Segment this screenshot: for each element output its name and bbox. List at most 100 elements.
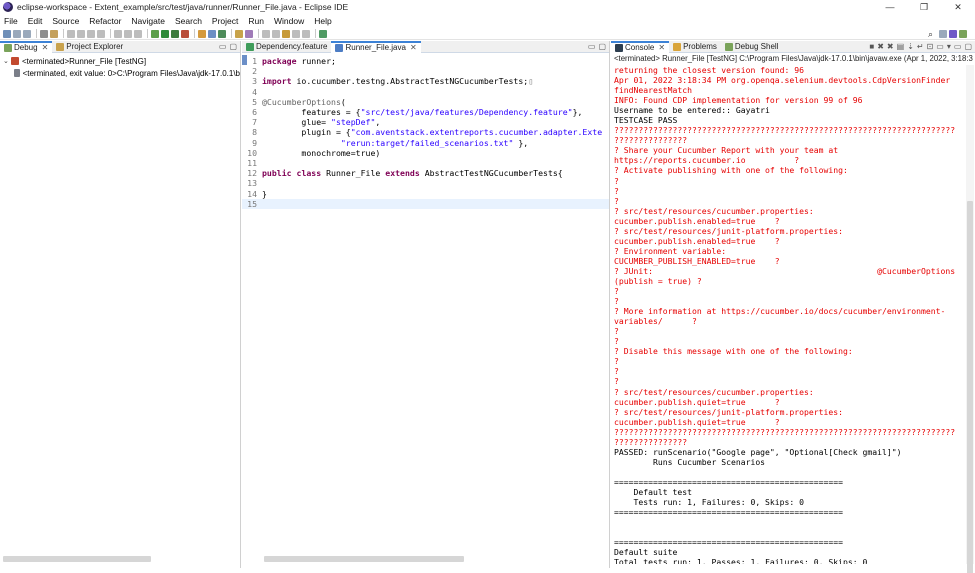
close-button[interactable]: ✕ xyxy=(941,0,975,14)
console-line: ????????????????????????????????????????… xyxy=(614,426,956,437)
step-return-icon[interactable] xyxy=(134,29,142,38)
code-line[interactable]: 4 xyxy=(242,87,609,97)
horizontal-scrollbar[interactable] xyxy=(3,556,151,562)
tab-console[interactable]: Console ✕ xyxy=(611,40,670,53)
menu-project[interactable]: Project xyxy=(212,16,238,26)
tree-row-launch[interactable]: ⌄ <terminated>Runner_File [TestNG] xyxy=(0,55,240,67)
code-line[interactable]: 6 features = {"src/test/java/features/De… xyxy=(242,107,609,117)
step-over-icon[interactable] xyxy=(124,29,132,38)
code-line[interactable]: 14} xyxy=(242,189,609,199)
maximize-view-icon[interactable]: ▢ xyxy=(598,42,606,51)
tree-row-process[interactable]: <terminated, exit value: 0>C:\Program Fi… xyxy=(0,67,240,79)
pin-editor-icon[interactable] xyxy=(319,29,327,38)
menu-search[interactable]: Search xyxy=(175,16,202,26)
code-line[interactable]: 7 glue= "stepDef", xyxy=(242,117,609,127)
close-tab-icon[interactable]: ✕ xyxy=(42,43,49,52)
code-line[interactable]: 15 xyxy=(242,198,609,209)
feature-file-icon xyxy=(246,42,254,51)
word-wrap-icon[interactable]: ↵ xyxy=(917,42,924,51)
menu-source[interactable]: Source xyxy=(52,16,79,26)
scroll-lock-icon[interactable]: ⇣ xyxy=(907,42,914,51)
new-icon[interactable] xyxy=(3,29,11,38)
line-number: 6 xyxy=(252,107,257,117)
new-java-project-icon[interactable] xyxy=(198,29,206,38)
search-toolbar-icon[interactable] xyxy=(245,29,253,38)
menu-window[interactable]: Window xyxy=(274,16,304,26)
minimize-view-icon[interactable]: ▭ xyxy=(219,42,227,51)
code-line[interactable]: 10 monochrome=true) xyxy=(242,148,609,158)
menu-run[interactable]: Run xyxy=(248,16,264,26)
terminate-icon[interactable] xyxy=(87,29,95,38)
code-line[interactable]: 2 xyxy=(242,66,609,76)
code-line[interactable]: 8 plugin = {"com.aventstack.extentreport… xyxy=(242,127,609,137)
save-all-icon[interactable] xyxy=(23,29,31,38)
minimize-button[interactable]: — xyxy=(873,0,907,14)
console-output[interactable]: returning the closest version found: 96 A… xyxy=(614,65,963,564)
maximize-view-icon[interactable]: ▢ xyxy=(964,42,972,51)
open-type-icon[interactable] xyxy=(235,29,243,38)
menu-refactor[interactable]: Refactor xyxy=(89,16,121,26)
save-icon[interactable] xyxy=(13,29,21,38)
toolbar-separator xyxy=(315,29,316,38)
console-line: ? Environment variable: xyxy=(614,245,727,256)
forward-icon[interactable] xyxy=(302,29,310,38)
step-into-icon[interactable] xyxy=(114,29,122,38)
debug-icon[interactable] xyxy=(151,29,159,38)
clear-console-icon[interactable]: ▤ xyxy=(897,42,905,51)
tab-runner-file[interactable]: Runner_File.java ✕ xyxy=(331,40,421,53)
code-line[interactable]: 3 import io.cucumber.testng.AbstractTestN… xyxy=(242,76,609,86)
close-tab-icon[interactable]: ✕ xyxy=(410,43,417,52)
tab-debug[interactable]: Debug ✕ xyxy=(0,40,53,53)
restore-button[interactable]: ❐ xyxy=(907,0,941,14)
close-tab-icon[interactable]: ✕ xyxy=(658,43,665,52)
last-edit-location-icon[interactable] xyxy=(282,29,290,38)
tab-problems[interactable]: Problems xyxy=(669,41,721,53)
back-icon[interactable] xyxy=(292,29,300,38)
chevron-down-icon[interactable]: ▾ xyxy=(947,42,951,51)
run-icon[interactable] xyxy=(161,29,169,38)
remove-all-icon[interactable]: ✖ xyxy=(887,42,894,51)
open-perspective-icon[interactable] xyxy=(939,30,947,38)
menu-navigate[interactable]: Navigate xyxy=(131,16,165,26)
code-line[interactable]: 13 xyxy=(242,178,609,188)
menu-help[interactable]: Help xyxy=(314,16,331,26)
external-tools-icon[interactable] xyxy=(181,29,189,38)
code-text: import io.cucumber.testng.AbstractTestNG… xyxy=(262,76,534,87)
minimize-view-icon[interactable]: ▭ xyxy=(954,42,962,51)
tab-project-explorer[interactable]: Project Explorer xyxy=(52,41,127,53)
tab-debug-shell[interactable]: Debug Shell xyxy=(721,41,783,53)
code-line[interactable]: 11 xyxy=(242,158,609,168)
terminate-icon[interactable]: ■ xyxy=(869,42,874,51)
new-class-icon[interactable] xyxy=(218,29,226,38)
skip-breakpoints-icon[interactable] xyxy=(50,29,58,38)
minimize-view-icon[interactable]: ▭ xyxy=(588,42,596,51)
resume-icon[interactable] xyxy=(67,29,75,38)
remove-launch-icon[interactable]: ✖ xyxy=(877,42,884,51)
java-perspective-icon[interactable] xyxy=(949,30,957,38)
pin-console-icon[interactable]: ⊡ xyxy=(927,42,934,51)
code-line[interactable]: 12 public class Runner_File extends Abstr… xyxy=(242,168,609,178)
magnifier-icon[interactable]: ⌕ xyxy=(928,29,933,40)
toolbar-separator xyxy=(63,29,64,38)
previous-annotation-icon[interactable] xyxy=(272,29,280,38)
code-line[interactable]: 1 package runner; xyxy=(242,56,609,66)
menu-file[interactable]: File xyxy=(4,16,18,26)
code-editor[interactable]: 1 package runner; 2 3 import io.cucumber.tes… xyxy=(242,55,609,554)
disconnect-icon[interactable] xyxy=(97,29,105,38)
code-line[interactable]: 5 @CucumberOptions( xyxy=(242,97,609,107)
suspend-icon[interactable] xyxy=(77,29,85,38)
new-package-icon[interactable] xyxy=(208,29,216,38)
next-annotation-icon[interactable] xyxy=(262,29,270,38)
code-line[interactable]: 9 "rerun:target/failed_scenarios.txt" }, xyxy=(242,138,609,148)
debug-perspective-icon[interactable] xyxy=(959,30,967,38)
menu-edit[interactable]: Edit xyxy=(28,16,43,26)
horizontal-scrollbar[interactable] xyxy=(264,556,464,562)
display-console-icon[interactable]: ▭ xyxy=(936,42,944,51)
coverage-icon[interactable] xyxy=(171,29,179,38)
vertical-scrollbar[interactable] xyxy=(967,201,973,573)
tab-dependency-feature[interactable]: Dependency.feature xyxy=(242,41,331,53)
chevron-down-icon[interactable]: ⌄ xyxy=(3,57,11,65)
line-number: 2 xyxy=(252,66,257,77)
print-icon[interactable] xyxy=(40,29,48,38)
maximize-view-icon[interactable]: ▢ xyxy=(229,42,237,51)
